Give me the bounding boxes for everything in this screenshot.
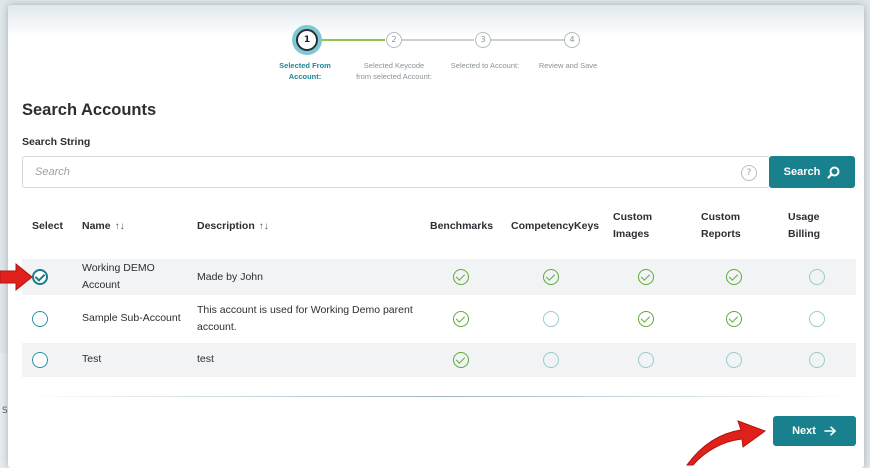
account-description: This account is used for Working Demo pa… [197, 304, 413, 333]
step-connector [402, 39, 474, 41]
wizard-stepper: 1 2 3 4 Selected From Account: Selected … [8, 5, 864, 105]
step-1-label: Selected From Account: [279, 61, 331, 81]
step-1-indicator: 1 [296, 29, 318, 51]
usage-billing-empty-icon [809, 352, 825, 368]
column-header-custom-images: Custom Images [613, 211, 653, 240]
footer-divider [22, 396, 856, 397]
column-header-custom-reports: Custom Reports [701, 211, 741, 240]
step-3-label: Selected to Account: [450, 61, 520, 70]
column-header-benchmarks: Benchmarks [430, 220, 494, 232]
column-header-usage-billing: Usage Billing [788, 211, 821, 240]
background-text: S [2, 406, 8, 416]
column-header-select: Select [32, 220, 63, 232]
competency-keys-empty-icon [543, 311, 559, 327]
usage-billing-empty-icon [809, 311, 825, 327]
step-2-label: Selected Keycode from selected Account: [356, 61, 432, 81]
column-header-description[interactable]: Description ↑↓ [197, 218, 269, 235]
column-header-competency-keys: CompetencyKeys [511, 220, 600, 232]
help-icon[interactable]: ? [741, 165, 757, 181]
row-select-radio[interactable] [32, 311, 48, 327]
step-2-indicator: 2 [386, 32, 402, 48]
next-button[interactable]: Next [773, 416, 856, 446]
usage-billing-empty-icon [809, 269, 825, 285]
row-select-radio[interactable] [32, 269, 48, 285]
page-title: Search Accounts [22, 101, 157, 119]
table-row[interactable]: Working DEMO Account Made by John [22, 259, 856, 295]
search-string-label: Search String [22, 136, 91, 148]
account-name: Working DEMO Account [82, 262, 155, 291]
search-input[interactable] [22, 156, 770, 188]
competency-keys-check-icon [543, 269, 559, 285]
search-button-label: Search [783, 166, 821, 178]
row-select-radio[interactable] [32, 352, 48, 368]
account-description: Made by John [197, 271, 263, 283]
arrow-right-icon [824, 426, 836, 436]
annotation-arrow-icon [686, 420, 767, 466]
custom-images-check-icon [638, 269, 654, 285]
account-name: Test [82, 353, 102, 365]
custom-reports-empty-icon [726, 352, 742, 368]
table-row[interactable]: Test test [22, 343, 856, 377]
column-header-name[interactable]: Name ↑↓ [82, 218, 125, 235]
step-connector [315, 39, 385, 41]
step-4-indicator: 4 [564, 32, 580, 48]
next-button-label: Next [792, 425, 816, 437]
benchmarks-check-icon [453, 352, 469, 368]
table-row[interactable]: Sample Sub-Account This account is used … [22, 295, 856, 343]
step-3-indicator: 3 [475, 32, 491, 48]
search-icon [827, 166, 840, 179]
annotation-arrow-icon [0, 262, 33, 292]
search-button[interactable]: Search [769, 156, 855, 188]
sort-icon[interactable]: ↑↓ [259, 221, 269, 232]
custom-reports-check-icon [726, 269, 742, 285]
competency-keys-empty-icon [543, 352, 559, 368]
custom-images-empty-icon [638, 352, 654, 368]
benchmarks-check-icon [453, 311, 469, 327]
custom-images-check-icon [638, 311, 654, 327]
step-4-label: Review and Save [538, 61, 598, 70]
account-name: Sample Sub-Account [82, 312, 181, 324]
account-description: test [197, 353, 214, 365]
wizard-modal: 1 2 3 4 Selected From Account: Selected … [8, 5, 864, 468]
step-connector [491, 39, 564, 41]
sort-icon[interactable]: ↑↓ [115, 221, 125, 232]
custom-reports-check-icon [726, 311, 742, 327]
benchmarks-check-icon [453, 269, 469, 285]
